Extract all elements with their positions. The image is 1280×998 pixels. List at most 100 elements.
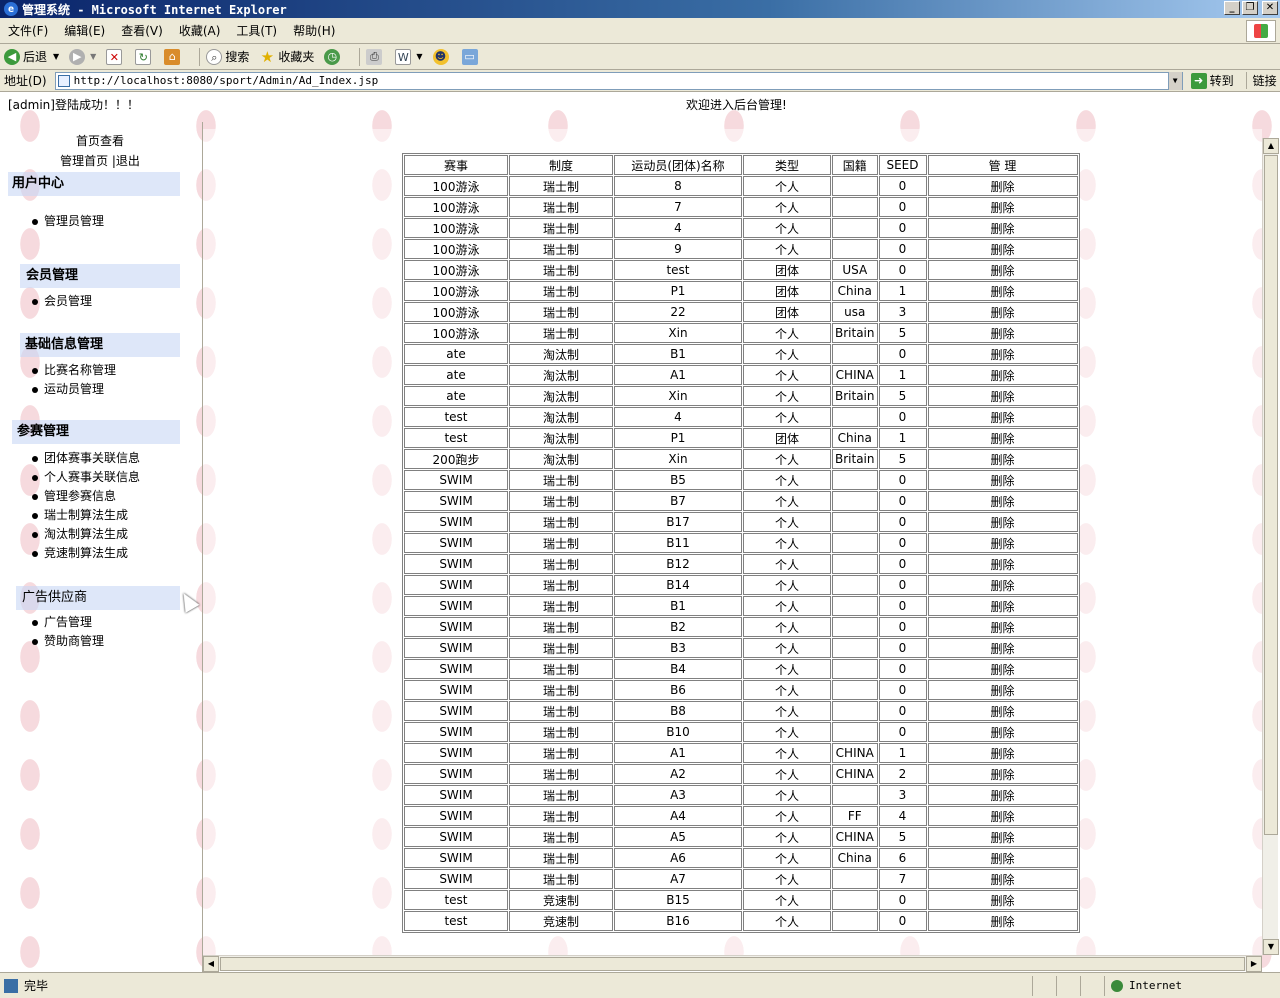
messenger-button[interactable]: ☻ — [432, 48, 452, 65]
delete-link[interactable]: 删除 — [927, 911, 1078, 931]
delete-link[interactable]: 删除 — [927, 638, 1078, 658]
history-button[interactable]: ◷ — [324, 48, 343, 65]
sidebar-item-label[interactable]: 广告管理 — [44, 613, 92, 632]
delete-link[interactable]: 删除 — [927, 722, 1078, 742]
restore-button[interactable]: ❐ — [1242, 1, 1258, 15]
sidebar-item-label[interactable]: 团体赛事关联信息 — [44, 449, 140, 468]
sidebar-item-member[interactable]: 会员管理 — [32, 292, 92, 311]
home-button[interactable]: ⌂ — [164, 48, 183, 65]
delete-link[interactable]: 删除 — [927, 533, 1078, 553]
delete-link[interactable]: 删除 — [927, 764, 1078, 784]
menu-favorites[interactable]: 收藏(A) — [179, 22, 221, 39]
delete-link[interactable]: 删除 — [927, 239, 1078, 259]
delete-link[interactable]: 删除 — [927, 365, 1078, 385]
scroll-down-icon[interactable]: ▼ — [1263, 939, 1279, 955]
sidebar-item-label[interactable]: 会员管理 — [44, 292, 92, 311]
sidebar-item-label[interactable]: 管理参赛信息 — [44, 487, 116, 506]
sidebar-item-swiss-gen[interactable]: 瑞士制算法生成 — [32, 506, 128, 525]
menu-view[interactable]: 查看(V) — [121, 22, 163, 39]
back-dropdown-icon[interactable]: ▼ — [53, 52, 59, 61]
delete-link[interactable]: 删除 — [927, 428, 1078, 448]
links-button[interactable]: 链接 — [1245, 72, 1277, 89]
delete-link[interactable]: 删除 — [927, 848, 1078, 868]
sidebar-item-match-names[interactable]: 比赛名称管理 — [32, 361, 116, 380]
sidebar-item-label[interactable]: 竞速制算法生成 — [44, 544, 128, 563]
sidebar-item-ads[interactable]: 广告管理 — [32, 613, 92, 632]
discuss-button[interactable]: ▭ — [461, 48, 481, 65]
close-button[interactable]: ✕ — [1262, 1, 1278, 15]
minimize-button[interactable]: _ — [1224, 1, 1240, 15]
print-button[interactable]: ⎙ — [366, 48, 385, 65]
delete-link[interactable]: 删除 — [927, 806, 1078, 826]
edit-dropdown-icon[interactable]: ▼ — [416, 52, 422, 61]
scroll-left-icon[interactable]: ◀ — [203, 956, 219, 972]
delete-link[interactable]: 删除 — [927, 218, 1078, 238]
delete-link[interactable]: 删除 — [927, 449, 1078, 469]
delete-link[interactable]: 删除 — [927, 827, 1078, 847]
home-view-link[interactable]: 首页查看 — [0, 131, 200, 151]
favorites-button[interactable]: ★ 收藏夹 — [259, 48, 315, 65]
forward-button[interactable]: ▶ ▼ — [69, 48, 96, 65]
sidebar-item-label[interactable]: 个人赛事关联信息 — [44, 468, 140, 487]
sidebar-item-knockout-gen[interactable]: 淘汰制算法生成 — [32, 525, 128, 544]
delete-link[interactable]: 删除 — [927, 281, 1078, 301]
url-text[interactable]: http://localhost:8080/sport/Admin/Ad_Ind… — [74, 74, 379, 87]
go-button[interactable]: ➜ 转到 — [1190, 72, 1234, 89]
sidebar-item-label[interactable]: 淘汰制算法生成 — [44, 525, 128, 544]
delete-link[interactable]: 删除 — [927, 323, 1078, 343]
sidebar-item-label[interactable]: 运动员管理 — [44, 380, 104, 399]
delete-link[interactable]: 删除 — [927, 869, 1078, 889]
delete-link[interactable]: 删除 — [927, 512, 1078, 532]
menu-tools[interactable]: 工具(T) — [236, 22, 277, 39]
hscroll-thumb[interactable] — [220, 957, 1245, 971]
menu-edit[interactable]: 编辑(E) — [64, 22, 105, 39]
delete-link[interactable]: 删除 — [927, 617, 1078, 637]
horizontal-scrollbar[interactable]: ◀ ▶ — [203, 955, 1262, 972]
refresh-button[interactable]: ↻ — [135, 48, 154, 65]
sidebar-item-manage-entries[interactable]: 管理参赛信息 — [32, 487, 116, 506]
scroll-right-icon[interactable]: ▶ — [1246, 956, 1262, 972]
vertical-scrollbar[interactable]: ▲ ▼ — [1262, 138, 1279, 955]
delete-link[interactable]: 删除 — [927, 470, 1078, 490]
delete-link[interactable]: 删除 — [927, 743, 1078, 763]
url-dropdown-icon[interactable]: ▼ — [1167, 71, 1182, 90]
sidebar-item-team-events[interactable]: 团体赛事关联信息 — [32, 449, 140, 468]
url-input[interactable]: http://localhost:8080/sport/Admin/Ad_Ind… — [54, 71, 1183, 90]
sidebar-item-sponsors[interactable]: 赞助商管理 — [32, 632, 104, 651]
scroll-thumb[interactable] — [1264, 155, 1278, 835]
sidebar-item-label[interactable]: 瑞士制算法生成 — [44, 506, 128, 525]
menu-file[interactable]: 文件(F) — [8, 22, 48, 39]
delete-link[interactable]: 删除 — [927, 302, 1078, 322]
delete-link[interactable]: 删除 — [927, 407, 1078, 427]
sidebar-item-label[interactable]: 赞助商管理 — [44, 632, 104, 651]
scroll-up-icon[interactable]: ▲ — [1263, 138, 1279, 154]
menu-help[interactable]: 帮助(H) — [293, 22, 335, 39]
sidebar-item-label[interactable]: 管理员管理 — [44, 212, 104, 231]
delete-link[interactable]: 删除 — [927, 176, 1078, 196]
delete-link[interactable]: 删除 — [927, 659, 1078, 679]
delete-link[interactable]: 删除 — [927, 596, 1078, 616]
home-logout-link[interactable]: 管理首页 |退出 — [0, 151, 200, 171]
forward-dropdown-icon[interactable]: ▼ — [90, 52, 96, 61]
delete-link[interactable]: 删除 — [927, 197, 1078, 217]
sidebar-item-label[interactable]: 比赛名称管理 — [44, 361, 116, 380]
delete-link[interactable]: 删除 — [927, 701, 1078, 721]
search-button[interactable]: ⌕ 搜索 — [206, 48, 249, 65]
sidebar-item-athletes[interactable]: 运动员管理 — [32, 380, 104, 399]
sidebar-item-individual-events[interactable]: 个人赛事关联信息 — [32, 468, 140, 487]
delete-link[interactable]: 删除 — [927, 575, 1078, 595]
edit-button[interactable]: W ▼ — [395, 48, 423, 65]
back-button[interactable]: ◀ 后退 ▼ — [4, 48, 59, 65]
delete-link[interactable]: 删除 — [927, 554, 1078, 574]
sidebar-item-admin[interactable]: 管理员管理 — [32, 212, 104, 231]
sidebar-item-race-gen[interactable]: 竞速制算法生成 — [32, 544, 128, 563]
delete-link[interactable]: 删除 — [927, 680, 1078, 700]
delete-link[interactable]: 删除 — [927, 890, 1078, 910]
delete-link[interactable]: 删除 — [927, 491, 1078, 511]
delete-link[interactable]: 删除 — [927, 785, 1078, 805]
delete-link[interactable]: 删除 — [927, 344, 1078, 364]
stop-button[interactable]: ✕ — [106, 48, 125, 65]
delete-link[interactable]: 删除 — [927, 260, 1078, 280]
cell-nationality — [832, 554, 878, 574]
delete-link[interactable]: 删除 — [927, 386, 1078, 406]
